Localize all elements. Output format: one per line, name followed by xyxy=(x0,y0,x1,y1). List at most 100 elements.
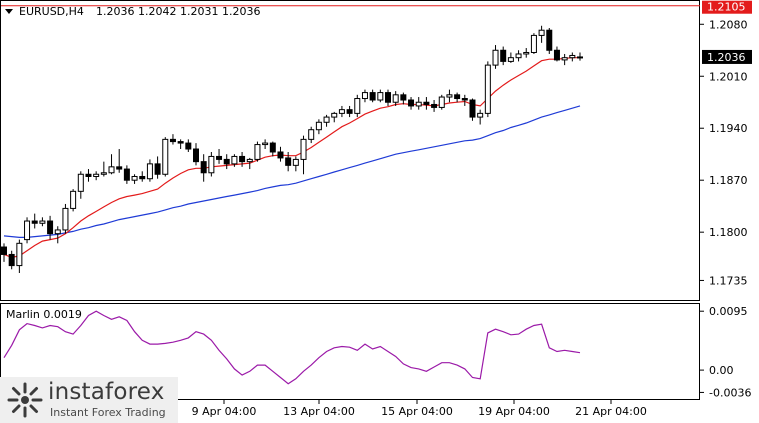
price-tick-label: 1.2080 xyxy=(709,18,748,31)
watermark-brand: instaforex xyxy=(48,379,165,405)
candle-body xyxy=(146,163,153,180)
candle-body xyxy=(315,121,322,131)
candle-body xyxy=(492,49,499,66)
oscillator-series xyxy=(3,310,581,385)
time-tick-label: 19 Apr 04:00 xyxy=(478,405,550,418)
candle-body xyxy=(446,94,453,98)
candle-body xyxy=(569,54,576,59)
candle-body xyxy=(461,98,468,101)
candle-body xyxy=(193,148,199,163)
ohlc-open: 1.2036 xyxy=(96,5,135,18)
candle-body xyxy=(131,175,138,181)
candle-body xyxy=(538,29,545,36)
candle-body xyxy=(54,229,61,235)
candle-body xyxy=(177,141,184,144)
symbol-label: EURUSD,H4 xyxy=(19,5,84,18)
candle-body xyxy=(561,57,568,61)
candle-body xyxy=(116,166,123,170)
candle-body xyxy=(400,94,407,101)
candle-body xyxy=(208,155,215,174)
candle-body xyxy=(361,92,368,100)
candle-body xyxy=(292,158,299,166)
collapse-arrow-icon[interactable] xyxy=(5,9,13,14)
candle-body xyxy=(469,99,476,118)
candle-body xyxy=(300,138,307,160)
osc-tick-label: 0.0095 xyxy=(709,305,748,318)
candle-body xyxy=(254,144,261,160)
candle-body xyxy=(423,101,430,105)
candle-body xyxy=(385,92,391,103)
instaforex-watermark: instaforex Instant Forex Trading xyxy=(0,377,178,423)
candle-body xyxy=(507,57,514,62)
candle-body xyxy=(338,109,345,114)
moving-averages xyxy=(3,57,581,259)
candle-body xyxy=(523,51,530,55)
candle-body xyxy=(369,92,376,101)
candle-body xyxy=(277,151,284,159)
price-tick-label: 1.2010 xyxy=(709,70,748,83)
candle-body xyxy=(47,220,54,235)
osc-tick-label: -0.0036 xyxy=(709,386,751,399)
candle-body xyxy=(500,49,507,62)
candle-body xyxy=(246,158,253,163)
price-panel-frame xyxy=(0,0,700,301)
candle-body xyxy=(530,34,537,53)
candle-body xyxy=(546,29,553,51)
candle-body xyxy=(231,155,238,165)
candle-body xyxy=(577,56,583,59)
candle-body xyxy=(438,96,445,108)
candle-body xyxy=(162,138,169,175)
watermark-tagline: Instant Forex Trading xyxy=(50,406,166,419)
candle-body xyxy=(24,220,31,241)
candle-body xyxy=(93,173,100,177)
time-tick-label: 15 Apr 04:00 xyxy=(381,405,453,418)
candle-body xyxy=(8,253,15,267)
indicator-label: Marlin 0.0019 xyxy=(6,308,82,321)
ma-slow-line xyxy=(3,105,581,238)
candle-body xyxy=(408,99,415,107)
candle-body xyxy=(216,155,223,160)
candle-body xyxy=(484,64,491,114)
ohlc-close: 1.2036 xyxy=(222,5,261,18)
price-tick-label: 1.1870 xyxy=(709,174,748,187)
oscillator-line xyxy=(3,310,581,385)
candle-body xyxy=(31,220,38,224)
candle-body xyxy=(285,157,292,166)
candle-body xyxy=(477,112,484,118)
candle-body xyxy=(262,142,269,146)
candle-body xyxy=(100,172,107,175)
time-tick-label: 13 Apr 04:00 xyxy=(283,405,355,418)
candle-body xyxy=(553,49,560,61)
candle-body xyxy=(154,163,161,175)
candle-body xyxy=(108,166,115,174)
candle-body xyxy=(200,161,207,174)
instaforex-logo-icon xyxy=(7,382,43,418)
candle-body xyxy=(223,158,230,165)
candle-body xyxy=(39,220,46,224)
time-tick-label: 9 Apr 04:00 xyxy=(192,405,257,418)
candle-body xyxy=(331,112,338,118)
candle-body xyxy=(515,53,522,59)
osc-tick-label: 0.00 xyxy=(709,364,734,377)
candle-body xyxy=(354,98,361,114)
ohlc-low: 1.2031 xyxy=(180,5,219,18)
price-tick-label: 1.1800 xyxy=(709,226,748,239)
candle-body xyxy=(77,173,84,192)
candle-body xyxy=(269,142,276,153)
chart-canvas: 1.2080 1.2010 1.1940 1.1870 1.1800 1.1735 0.0… xyxy=(0,0,752,418)
current-price-label: 1.2036 xyxy=(707,51,746,64)
ohlc-high: 1.2042 xyxy=(138,5,177,18)
oscillator-axis: 0.0095 0.00 -0.0036 xyxy=(700,305,751,399)
resistance-price-label: 1.2105 xyxy=(707,1,746,14)
price-tick-label: 1.1940 xyxy=(709,122,748,135)
candle-body xyxy=(377,92,384,101)
candle-body xyxy=(431,103,438,108)
candle-body xyxy=(454,94,461,100)
candle-body xyxy=(169,138,176,143)
candle-body xyxy=(346,109,353,114)
candle-body xyxy=(1,246,7,255)
candle-body xyxy=(323,116,330,123)
time-tick-label: 21 Apr 04:00 xyxy=(575,405,647,418)
candle-body xyxy=(123,168,130,181)
candle-body xyxy=(85,173,92,177)
